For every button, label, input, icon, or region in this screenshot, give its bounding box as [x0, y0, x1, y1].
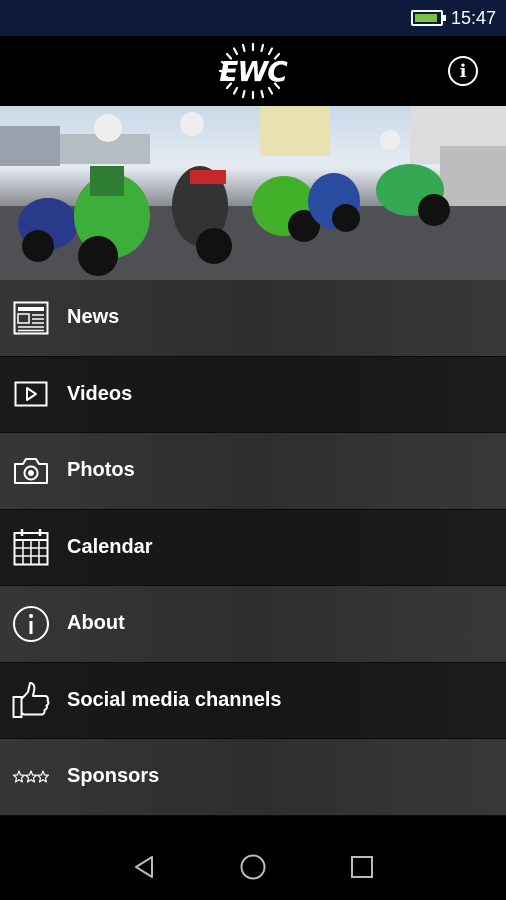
motorcycle-riders-photo	[0, 106, 506, 280]
back-icon[interactable]	[132, 854, 156, 885]
system-nav-bar	[0, 838, 506, 900]
menu-item-label: News	[67, 306, 120, 329]
status-bar: 15:47	[0, 0, 506, 36]
info-circle-icon	[12, 605, 50, 643]
stars-icon	[12, 758, 50, 796]
menu-item-label: Photos	[67, 459, 135, 482]
menu-item-videos[interactable]: Videos	[0, 356, 506, 433]
thumbs-up-icon	[12, 681, 50, 719]
menu-item-calendar[interactable]: Calendar	[0, 509, 506, 586]
menu-item-about[interactable]: About	[0, 586, 506, 663]
menu-item-label: Sponsors	[67, 765, 160, 788]
logo-text: EWC	[219, 54, 288, 88]
menu-item-label: About	[67, 612, 125, 635]
menu-item-label: Videos	[67, 382, 133, 405]
recents-icon[interactable]	[350, 855, 374, 884]
menu-item-photos[interactable]: Photos	[0, 433, 506, 510]
camera-icon	[12, 452, 50, 490]
ewc-logo[interactable]: EWC	[207, 41, 299, 101]
status-time: 15:47	[450, 7, 496, 28]
menu-item-social-media[interactable]: Social media channels	[0, 662, 506, 739]
menu-item-news[interactable]: News	[0, 280, 506, 357]
menu-item-sponsors[interactable]: Sponsors	[0, 739, 506, 816]
calendar-icon	[12, 528, 50, 566]
menu-item-label: Social media channels	[67, 688, 282, 711]
battery-charging-icon	[410, 10, 446, 26]
main-menu: News Videos Photos Calendar About Social…	[0, 280, 506, 816]
app-bar: EWC i	[0, 36, 506, 106]
menu-item-label: Calendar	[67, 535, 153, 558]
home-icon[interactable]	[239, 853, 267, 886]
video-play-icon	[12, 375, 50, 413]
hero-image	[0, 106, 506, 280]
newspaper-icon	[12, 299, 50, 337]
info-icon[interactable]: i	[448, 56, 478, 86]
